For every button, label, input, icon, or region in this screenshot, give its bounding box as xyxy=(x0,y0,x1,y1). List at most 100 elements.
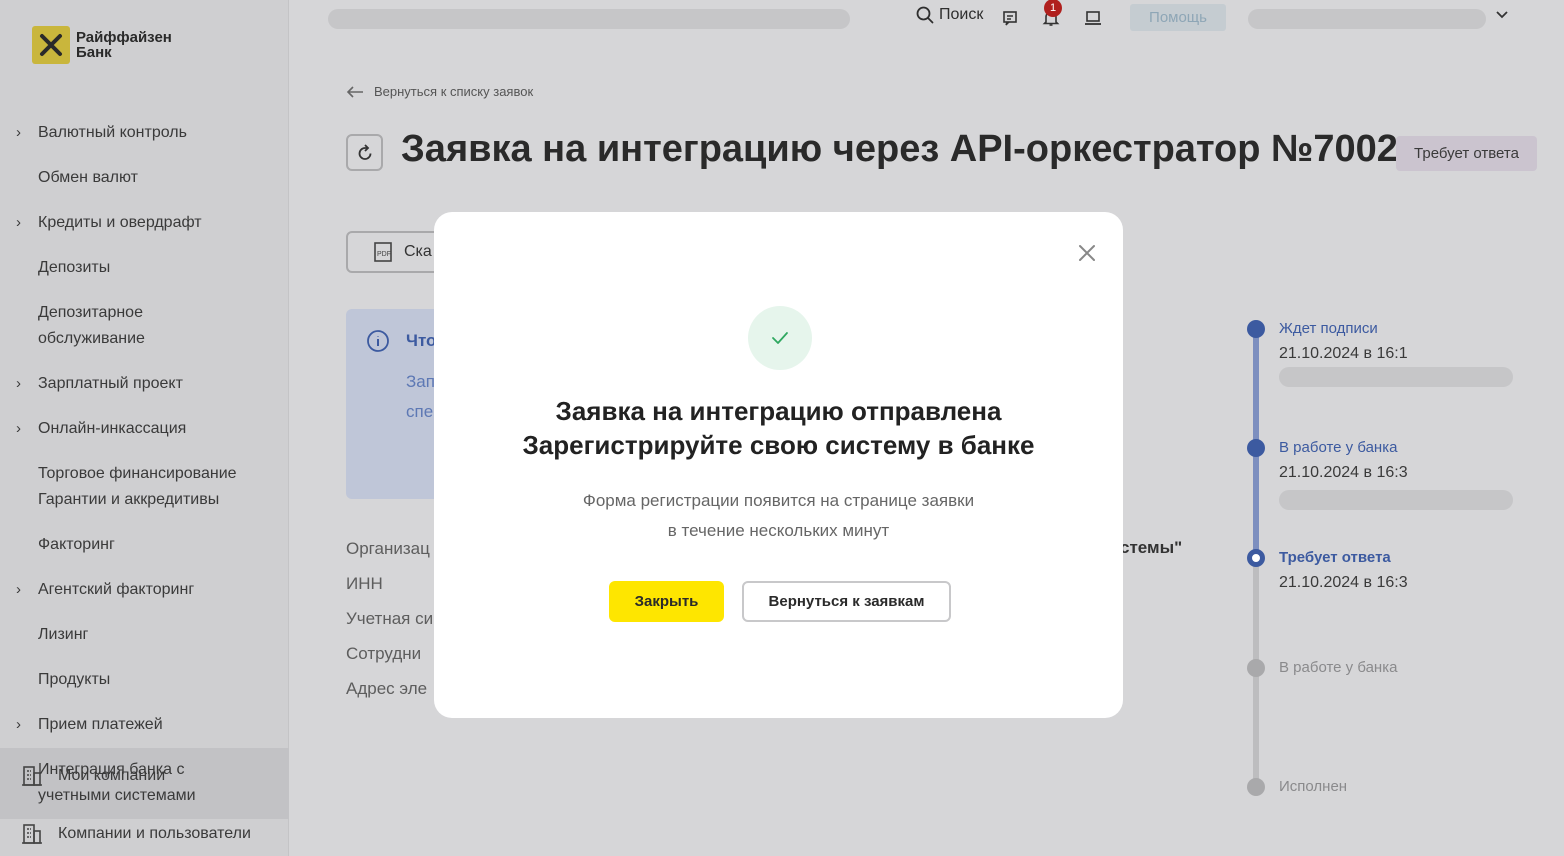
sidebar-item-agent-factoring[interactable]: › Агентский факторинг xyxy=(0,568,289,613)
arrow-left-icon xyxy=(346,85,363,98)
sidebar-item-label: Кредиты и овердрафт xyxy=(38,214,202,231)
refresh-icon xyxy=(358,143,371,160)
page-title: Заявка на интеграцию через API-оркестрат… xyxy=(401,128,1398,170)
user-placeholder xyxy=(1248,9,1486,29)
sidebar-item-label: Продукты xyxy=(38,671,111,688)
field-label-employee: Сотрудни xyxy=(346,644,422,663)
building-icon xyxy=(22,766,42,786)
organization-value: стемы" xyxy=(1120,538,1183,557)
sidebar-item-deposits[interactable]: Депозиты xyxy=(0,246,289,291)
help-button[interactable]: Помощь xyxy=(1130,4,1226,31)
sidebar-item-label: Валютный контроль xyxy=(38,124,187,141)
timeline-placeholder xyxy=(1279,490,1513,510)
timeline-dot-done xyxy=(1247,320,1265,338)
sidebar-item-label: Лизинг xyxy=(38,626,89,643)
sidebar-item-payments[interactable]: › Прием платежей xyxy=(0,703,289,748)
sidebar-item-credits[interactable]: › Кредиты и овердрафт xyxy=(0,201,289,246)
sidebar-item-label: Обмен валют xyxy=(38,169,138,186)
sidebar-item-label: Торговое финансирование Гарантии и аккре… xyxy=(38,465,237,508)
laptop-icon[interactable] xyxy=(1082,7,1104,29)
back-to-requests-button[interactable]: Вернуться к заявкам xyxy=(742,581,951,622)
sidebar-item-my-companies[interactable]: Мои компании xyxy=(20,764,165,788)
sidebar-item-companies-users[interactable]: Компании и пользователи xyxy=(20,822,251,846)
logo-line2: Банк xyxy=(76,44,112,61)
back-to-list-link[interactable]: Вернуться к списку заявок xyxy=(346,84,533,99)
modal-title: Заявка на интеграцию отправлена Зарегист… xyxy=(434,394,1123,462)
timeline-dot-done xyxy=(1247,439,1265,457)
info-text-line: спе xyxy=(406,402,434,421)
timeline-placeholder xyxy=(1279,367,1513,387)
close-button[interactable]: Закрыть xyxy=(609,581,724,622)
chevron-right-icon: › xyxy=(16,420,21,437)
sidebar-item-factoring[interactable]: Факторинг xyxy=(0,523,289,568)
search-label: Поиск xyxy=(939,6,984,23)
chevron-right-icon: › xyxy=(16,581,21,598)
sidebar-item-label: Онлайн-инкассация xyxy=(38,420,187,437)
timeline-step-title: Требует ответа xyxy=(1279,549,1391,566)
field-label-accounting-system: Учетная си xyxy=(346,609,434,628)
sidebar-item-label: Депозитарное обслуживание xyxy=(38,304,145,347)
back-link-label: Вернуться к списку заявок xyxy=(374,84,534,99)
modal-text-line1: Форма регистрации появится на странице з… xyxy=(582,491,975,510)
sidebar-nav: › Валютный контроль Обмен валют › Кредиты … xyxy=(0,111,289,819)
search-button[interactable]: Поиск xyxy=(916,6,983,24)
sidebar-item-trade-finance[interactable]: Торговое финансирование Гарантии и аккре… xyxy=(0,452,250,523)
timeline-dot-pending xyxy=(1247,778,1265,796)
info-icon xyxy=(366,329,390,358)
topbar-placeholder xyxy=(328,9,850,29)
chat-icon[interactable] xyxy=(999,7,1021,29)
success-modal: Заявка на интеграцию отправлена Зарегист… xyxy=(434,212,1123,718)
modal-description: Форма регистрации появится на странице з… xyxy=(434,486,1123,546)
timeline-dot-pending xyxy=(1247,659,1265,677)
success-check-icon xyxy=(748,306,812,370)
sidebar-item-online-collection[interactable]: › Онлайн-инкассация xyxy=(0,407,289,452)
chevron-down-icon[interactable] xyxy=(1494,6,1510,27)
logo-mark-icon xyxy=(32,26,70,64)
sidebar-item-depository[interactable]: Депозитарное обслуживание xyxy=(0,291,230,362)
sidebar: Райффайзен Банк › Валютный контроль Обмен… xyxy=(0,0,289,856)
companies-users-label: Компании и пользователи xyxy=(58,825,251,842)
my-companies-label: Мои компании xyxy=(58,767,166,784)
search-icon xyxy=(916,6,934,24)
info-title: Что xyxy=(406,331,437,350)
sidebar-item-label: Факторинг xyxy=(38,536,115,553)
modal-text-line2: в течение нескольких минут xyxy=(667,521,890,540)
timeline-step-title: Ждет подписи xyxy=(1279,320,1378,337)
chevron-right-icon: › xyxy=(16,716,21,733)
timeline-dot-current xyxy=(1247,549,1265,567)
sidebar-item-label: Прием платежей xyxy=(38,716,163,733)
timeline-step-date: 21.10.2024 в 16:3 xyxy=(1279,464,1408,481)
logo-line1: Райффайзен xyxy=(76,29,172,46)
sidebar-item-leasing[interactable]: Лизинг xyxy=(0,613,289,658)
timeline-step-date: 21.10.2024 в 16:1 xyxy=(1279,345,1408,362)
info-text-line: Зап xyxy=(406,372,435,391)
sidebar-item-products[interactable]: Продукты xyxy=(0,658,289,703)
field-label-inn: ИНН xyxy=(346,574,383,593)
sidebar-item-currency-exchange[interactable]: Обмен валют xyxy=(0,156,289,201)
status-badge: Требует ответа xyxy=(1396,136,1537,171)
building-icon xyxy=(22,824,42,844)
pdf-icon: PDF xyxy=(374,242,392,262)
field-label-organization: Организац xyxy=(346,539,430,558)
modal-title-line2: Зарегистрируйте свою систему в банке xyxy=(522,430,1035,460)
sidebar-item-label: Зарплатный проект xyxy=(38,375,183,392)
timeline-step-title: В работе у банка xyxy=(1279,439,1398,456)
timeline-step-title: В работе у банка xyxy=(1279,659,1398,676)
download-label: Ска xyxy=(404,243,432,260)
chevron-right-icon: › xyxy=(16,214,21,231)
logo-text: Райффайзен Банк xyxy=(76,30,172,60)
timeline-step-title: Исполнен xyxy=(1279,778,1348,795)
close-icon[interactable] xyxy=(1075,241,1099,265)
sidebar-item-label: Депозиты xyxy=(38,259,111,276)
sidebar-item-label: Агентский факторинг xyxy=(38,581,195,598)
timeline-step-date: 21.10.2024 в 16:3 xyxy=(1279,574,1408,591)
chevron-right-icon: › xyxy=(16,375,21,392)
sidebar-item-salary-project[interactable]: › Зарплатный проект xyxy=(0,362,289,407)
field-label-email: Адрес эле xyxy=(346,679,428,698)
modal-title-line1: Заявка на интеграцию отправлена xyxy=(555,396,1002,426)
svg-text:PDF: PDF xyxy=(377,251,391,258)
refresh-button[interactable] xyxy=(346,134,383,171)
chevron-right-icon: › xyxy=(16,124,21,141)
sidebar-item-currency-control[interactable]: › Валютный контроль xyxy=(0,111,289,156)
bank-logo[interactable]: Райффайзен Банк xyxy=(32,26,172,64)
